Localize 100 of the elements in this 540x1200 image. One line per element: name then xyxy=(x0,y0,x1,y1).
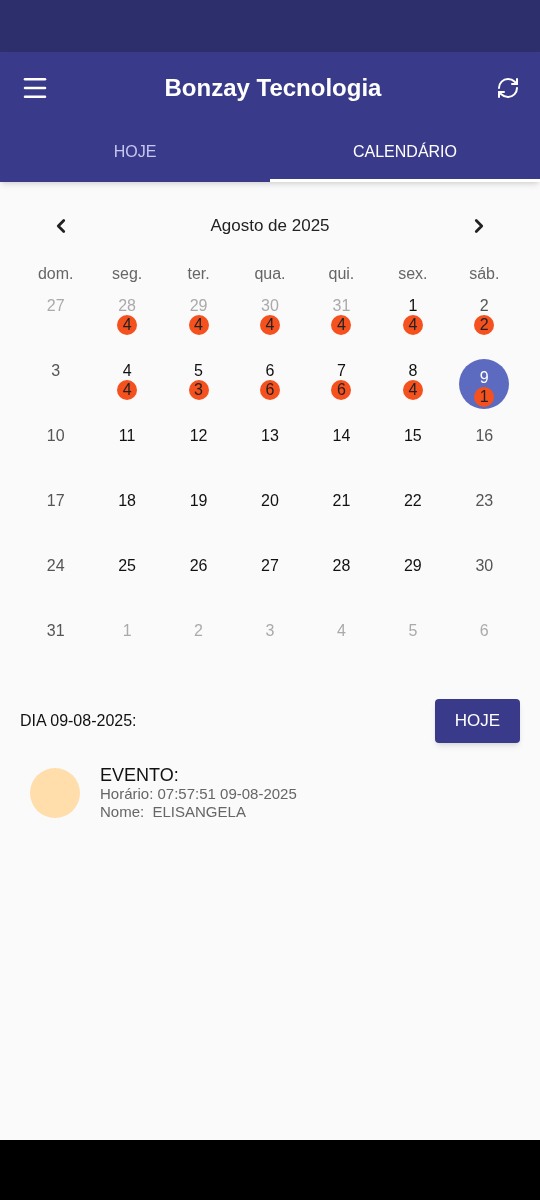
day-number: 5 xyxy=(194,362,203,380)
event-count-badge: 1 xyxy=(474,387,495,407)
event-count-badge: 3 xyxy=(188,380,209,400)
event-name: Nome: ELISANGELA xyxy=(100,803,247,821)
selected-date-label: DIA 09-08-2025: xyxy=(20,711,137,731)
refresh-icon[interactable] xyxy=(496,76,520,100)
calendar-day[interactable]: 8 4 xyxy=(387,359,438,409)
day-number: 6 xyxy=(479,622,489,640)
app-title: Bonzay Tecnologia xyxy=(164,73,382,103)
calendar-day[interactable]: 18 xyxy=(102,489,153,539)
day-number: 7 xyxy=(336,362,346,380)
calendar-day[interactable]: 9 1 xyxy=(459,359,510,409)
calendar-day[interactable]: 30 4 xyxy=(245,294,295,344)
event-count-badge: 6 xyxy=(331,380,352,400)
weekday-label: seg. xyxy=(111,264,144,284)
day-number: 30 xyxy=(475,557,494,575)
day-number: 4 xyxy=(122,362,132,380)
calendar-day[interactable]: 31 4 xyxy=(316,294,367,344)
calendar-day[interactable]: 5 3 xyxy=(173,359,224,409)
calendar-day[interactable]: 26 xyxy=(173,554,224,604)
calendar-day[interactable]: 22 xyxy=(387,489,438,539)
day-number: 28 xyxy=(118,297,136,315)
day-number: 18 xyxy=(118,492,136,510)
day-number: 23 xyxy=(475,492,494,510)
day-number: 19 xyxy=(189,492,208,510)
day-number: 29 xyxy=(403,557,422,575)
day-number: 27 xyxy=(261,557,279,575)
weekday-label: sáb. xyxy=(468,264,501,284)
day-number: 15 xyxy=(403,427,422,445)
calendar-day[interactable]: 2 2 xyxy=(459,294,510,344)
calendar-day[interactable]: 27 xyxy=(245,554,295,604)
calendar-day[interactable]: 4 4 xyxy=(102,359,153,409)
weekday-label: qua. xyxy=(253,264,287,284)
day-number: 31 xyxy=(46,622,65,640)
weekday-label: ter. xyxy=(186,264,211,284)
tab[interactable]: HOJE xyxy=(0,124,270,182)
day-number: 30 xyxy=(261,297,279,315)
calendar-day[interactable]: 25 xyxy=(102,554,153,604)
day-number: 11 xyxy=(118,427,136,445)
day-number: 1 xyxy=(122,622,132,640)
day-number: 29 xyxy=(189,297,208,315)
weekday-label: dom. xyxy=(36,264,75,284)
tab[interactable]: CALENDÁRIO xyxy=(270,124,540,182)
day-number: 28 xyxy=(332,557,351,575)
calendar-day[interactable]: 24 xyxy=(30,554,81,604)
calendar-day[interactable]: 31 xyxy=(30,619,81,669)
calendar-day[interactable]: 14 xyxy=(316,424,367,474)
event-time: Horário: 07:57:51 09-08-2025 xyxy=(100,785,297,803)
calendar-day[interactable]: 12 xyxy=(173,424,224,474)
today-button[interactable]: HOJE xyxy=(434,699,520,743)
event-title: EVENTO: xyxy=(100,765,180,785)
day-number: 26 xyxy=(189,557,208,575)
calendar-day[interactable]: 6 6 xyxy=(245,359,295,409)
day-number: 14 xyxy=(332,427,351,445)
calendar-day[interactable]: 17 xyxy=(30,489,81,539)
day-number: 3 xyxy=(265,622,275,640)
day-number: 4 xyxy=(336,622,346,640)
calendar-day[interactable]: 13 xyxy=(245,424,295,474)
calendar-day[interactable]: 19 xyxy=(173,489,224,539)
day-number: 16 xyxy=(475,427,494,445)
event-count-badge: 4 xyxy=(402,380,423,400)
calendar-day[interactable]: 7 6 xyxy=(316,359,367,409)
event-count-badge: 4 xyxy=(402,315,423,335)
day-number: 22 xyxy=(403,492,422,510)
event-count-badge: 6 xyxy=(260,380,280,400)
day-number: 8 xyxy=(408,362,418,380)
event-count-badge: 4 xyxy=(117,380,138,400)
calendar-day[interactable]: 28 4 xyxy=(102,294,153,344)
day-number: 10 xyxy=(46,427,65,445)
calendar-day[interactable]: 28 xyxy=(316,554,367,604)
calendar-day[interactable]: 15 xyxy=(387,424,438,474)
day-number: 2 xyxy=(479,297,489,315)
event-count-badge: 2 xyxy=(474,315,495,335)
day-number: 6 xyxy=(265,362,275,380)
calendar-day[interactable]: 23 xyxy=(459,489,510,539)
event-count-badge: 4 xyxy=(117,315,138,335)
day-number: 13 xyxy=(261,427,279,445)
calendar-day[interactable]: 3 xyxy=(30,359,81,409)
day-number: 24 xyxy=(46,557,65,575)
day-number: 21 xyxy=(332,492,351,510)
weekday-label: qui. xyxy=(327,264,356,284)
month-title: Agosto de 2025 xyxy=(210,215,330,238)
calendar-day[interactable]: 30 xyxy=(459,554,510,604)
calendar-day[interactable]: 20 xyxy=(245,489,295,539)
calendar-day[interactable]: 29 xyxy=(387,554,438,604)
event-count-badge: 4 xyxy=(188,315,209,335)
calendar-day[interactable]: 16 xyxy=(459,424,510,474)
day-number: 12 xyxy=(189,427,208,445)
day-number: 17 xyxy=(46,492,65,510)
day-number: 2 xyxy=(194,622,203,640)
day-number: 5 xyxy=(408,622,418,640)
calendar-day[interactable]: 29 4 xyxy=(173,294,224,344)
calendar-day[interactable]: 21 xyxy=(316,489,367,539)
day-number: 27 xyxy=(46,297,65,315)
day-number: 3 xyxy=(51,362,61,380)
day-number: 1 xyxy=(408,297,418,315)
calendar-day[interactable]: 1 4 xyxy=(387,294,438,344)
event-count-badge: 4 xyxy=(260,315,280,335)
calendar-day[interactable]: 10 xyxy=(30,424,81,474)
calendar-day[interactable]: 11 xyxy=(102,424,153,474)
